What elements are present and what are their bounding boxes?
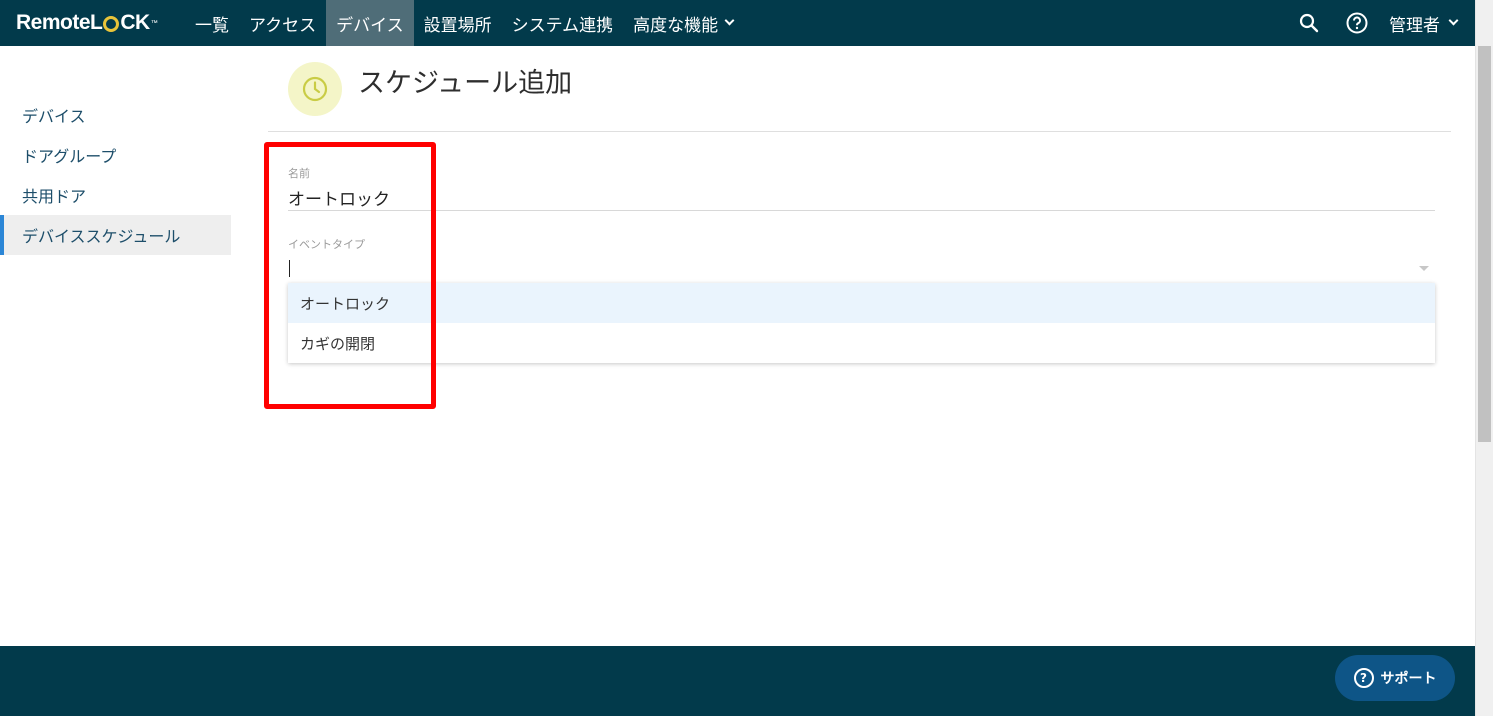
nav-item-list[interactable]: 一覧	[185, 0, 239, 46]
nav-item-label: デバイス	[336, 15, 404, 36]
logo-text-l: L	[90, 11, 103, 34]
event-type-label: イベントタイプ	[288, 238, 365, 251]
vertical-scrollbar[interactable]	[1475, 0, 1493, 716]
help-icon: ?	[1353, 668, 1374, 688]
sidebar-item-door-groups[interactable]: ドアグループ	[0, 135, 231, 175]
schedule-header-badge	[288, 62, 342, 116]
event-type-dropdown-menu: オートロック カギの開閉	[288, 283, 1435, 363]
nav-item-label: 設置場所	[423, 15, 492, 36]
text-caret	[289, 260, 290, 277]
nav-item-label: システム連携	[511, 15, 614, 36]
user-menu[interactable]: 管理者	[1381, 0, 1461, 46]
nav-item-devices[interactable]: デバイス	[326, 0, 414, 46]
navbar-right: 管理者	[1285, 0, 1475, 46]
sidebar-item-label: ドアグループ	[22, 147, 117, 166]
sidebar-item-devices[interactable]: デバイス	[0, 95, 231, 135]
help-icon	[1346, 12, 1368, 34]
top-navbar: Remote L CK ™ 一覧 アクセス デバイス 設置場所 システム連携 高度な機…	[0, 0, 1475, 46]
chevron-down-icon	[1448, 15, 1459, 25]
sidebar-item-device-schedules[interactable]: デバイススケジュール	[0, 215, 231, 255]
name-field[interactable]: オートロック	[288, 185, 390, 210]
logo-trademark: ™	[150, 19, 158, 27]
logo-text-remote: Remote	[16, 11, 91, 34]
nav-item-locations[interactable]: 設置場所	[414, 0, 502, 46]
logo-text-ck: CK	[120, 11, 150, 34]
name-field-label: 名前	[288, 167, 310, 180]
option-label: オートロック	[300, 294, 391, 313]
nav-item-label: 高度な機能	[633, 15, 719, 36]
footer	[0, 646, 1475, 716]
name-field-underline	[288, 210, 1435, 211]
sidebar-item-label: デバイス	[22, 107, 86, 126]
support-button[interactable]: ? サポート	[1335, 655, 1455, 701]
nav-item-label: アクセス	[249, 15, 317, 36]
event-type-option-autolock[interactable]: オートロック	[288, 283, 1435, 323]
event-type-option-lock-unlock[interactable]: カギの開閉	[288, 323, 1435, 363]
remotelock-logo[interactable]: Remote L CK ™	[0, 0, 185, 46]
user-menu-label: 管理者	[1389, 15, 1440, 36]
sidebar-item-label: デバイススケジュール	[22, 227, 181, 246]
sidebar-item-shared-doors[interactable]: 共用ドア	[0, 175, 231, 215]
nav-item-access[interactable]: アクセス	[239, 0, 326, 46]
page-title: スケジュール追加	[358, 68, 573, 99]
event-type-select[interactable]	[288, 258, 1435, 280]
search-button[interactable]	[1285, 0, 1333, 46]
support-button-label: サポート	[1380, 671, 1437, 687]
scrollbar-thumb[interactable]	[1478, 46, 1491, 442]
nav-item-label: 一覧	[195, 15, 229, 36]
nav-item-integrations[interactable]: システム連携	[502, 0, 624, 46]
chevron-down-icon	[724, 15, 735, 25]
help-button[interactable]	[1333, 0, 1381, 46]
option-label: カギの開閉	[300, 334, 376, 353]
sidebar: デバイス ドアグループ 共用ドア デバイススケジュール	[0, 95, 231, 255]
page-header: スケジュール追加	[268, 58, 1451, 132]
clock-icon	[302, 76, 328, 102]
logo-lock-icon	[103, 16, 120, 32]
search-icon	[1299, 13, 1319, 33]
dropdown-arrow-icon[interactable]	[1419, 266, 1429, 271]
sidebar-item-label: 共用ドア	[22, 187, 87, 206]
nav-item-advanced[interactable]: 高度な機能	[623, 0, 743, 46]
